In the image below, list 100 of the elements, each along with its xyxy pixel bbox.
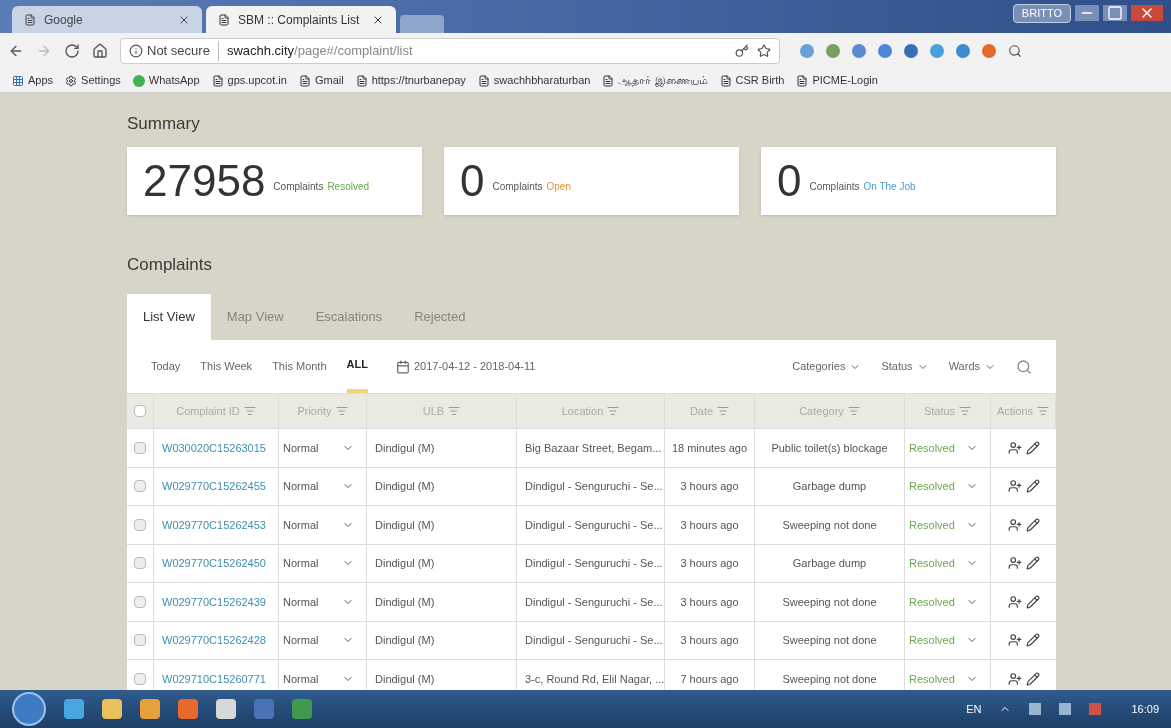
maximize-icon[interactable] [1103, 5, 1127, 22]
view-tab[interactable]: List View [127, 294, 211, 340]
pencil-icon[interactable] [1025, 556, 1040, 571]
complaint-id-link[interactable]: W029770C15262450 [162, 555, 266, 572]
date-range-picker[interactable]: 2017-04-12 - 2018-04-11 [395, 358, 536, 375]
back-icon[interactable] [8, 43, 24, 59]
extension-icon[interactable] [852, 44, 866, 58]
search-icon[interactable] [1008, 44, 1022, 58]
tab-title: Google [44, 11, 84, 29]
add-user-icon[interactable] [1007, 594, 1022, 609]
browser-tab[interactable]: SBM :: Complaints List [206, 6, 396, 33]
sort-icon[interactable] [243, 405, 256, 417]
taskbar-app-icon[interactable] [292, 699, 312, 719]
add-user-icon[interactable] [1007, 556, 1022, 571]
bookmark-link[interactable]: PICME-Login [796, 72, 878, 89]
complaint-id-link[interactable]: W030020C15263015 [162, 439, 266, 456]
taskbar-app-icon[interactable] [216, 699, 236, 719]
checkbox[interactable] [134, 557, 146, 570]
bookmark-link[interactable]: swachhbharaturban [477, 72, 591, 89]
period-tab[interactable]: Today [151, 340, 181, 393]
sort-icon[interactable] [607, 405, 620, 417]
complaint-id-link[interactable]: W029710C15260771 [162, 670, 266, 687]
pencil-icon[interactable] [1025, 440, 1040, 455]
summary-count: 0 [460, 154, 485, 207]
key-icon[interactable] [735, 44, 749, 58]
bookmark-link[interactable]: WhatsApp [132, 72, 200, 89]
bookmark-link[interactable]: gps.upcot.in [211, 72, 287, 89]
star-icon[interactable] [757, 44, 771, 58]
tray-icon[interactable] [1089, 703, 1102, 715]
add-user-icon[interactable] [1007, 633, 1022, 648]
period-tab[interactable]: This Month [272, 340, 327, 393]
complaint-id-link[interactable]: W029770C15262455 [162, 478, 266, 495]
checkbox[interactable] [134, 518, 146, 531]
pencil-icon[interactable] [1025, 633, 1040, 648]
browser-tab[interactable]: Google [12, 6, 202, 33]
checkbox[interactable] [134, 405, 146, 417]
period-tab[interactable]: This Week [200, 340, 253, 393]
forward-icon[interactable] [36, 43, 52, 59]
tray-icon[interactable] [1059, 703, 1072, 715]
sort-icon[interactable] [448, 405, 461, 417]
status-value: Resolved [909, 671, 955, 687]
taskbar-app-icon[interactable] [178, 699, 198, 719]
pencil-icon[interactable] [1025, 479, 1040, 494]
reload-icon[interactable] [64, 43, 80, 59]
extension-icon[interactable] [956, 44, 970, 58]
tab-title: SBM :: Complaints List [238, 11, 361, 29]
extension-icon[interactable] [930, 44, 944, 58]
checkbox[interactable] [134, 595, 146, 608]
taskbar-app-icon[interactable] [254, 699, 274, 719]
checkbox[interactable] [134, 441, 146, 454]
user-name[interactable]: BRITTO [1012, 4, 1071, 23]
extension-icon[interactable] [878, 44, 892, 58]
close-window-icon[interactable] [1131, 5, 1163, 22]
sort-icon[interactable] [847, 405, 860, 417]
add-user-icon[interactable] [1007, 479, 1022, 494]
bookmark-link[interactable]: Apps [12, 72, 54, 89]
summary-count: 27958 [143, 154, 266, 207]
pencil-icon[interactable] [1025, 517, 1040, 532]
add-user-icon[interactable] [1007, 440, 1022, 455]
bookmark-link[interactable]: CSR Birth [719, 72, 785, 89]
bookmark-link[interactable]: Settings [65, 72, 121, 89]
minimize-icon[interactable] [1075, 5, 1099, 22]
status-label: Resolved [327, 180, 370, 194]
home-icon[interactable] [92, 43, 108, 59]
filter-dropdown[interactable]: Wards [948, 358, 996, 375]
add-user-icon[interactable] [1007, 671, 1022, 686]
complaint-id-link[interactable]: W029770C15262453 [162, 516, 266, 533]
tray-icon[interactable] [1029, 703, 1042, 715]
filter-dropdown[interactable]: Categories [792, 358, 862, 375]
pencil-icon[interactable] [1025, 671, 1040, 686]
checkbox[interactable] [134, 672, 146, 685]
taskbar-app-icon[interactable] [140, 699, 160, 719]
checkbox[interactable] [134, 634, 146, 647]
language-indicator[interactable]: EN [966, 700, 982, 718]
address-field[interactable]: Not secure swachh.city/page#/complaint/list [120, 38, 780, 64]
extension-icon[interactable] [982, 44, 996, 58]
bookmark-link[interactable]: Gmail [298, 72, 344, 89]
complaint-id-link[interactable]: W029770C15262439 [162, 593, 266, 610]
sort-icon[interactable] [959, 405, 972, 417]
filter-dropdown[interactable]: Status [881, 358, 929, 375]
sort-icon[interactable] [1037, 405, 1050, 417]
category-value: Sweeping not done [782, 633, 877, 648]
clock[interactable]: 16:09 [1131, 700, 1159, 718]
bookmark-link[interactable]: https://tnurbanepay [355, 72, 466, 89]
checkbox[interactable] [134, 480, 146, 493]
taskbar-app-icon[interactable] [102, 699, 122, 719]
bookmark-link[interactable]: ஆதார் இணையம் [602, 72, 708, 89]
start-button[interactable] [12, 692, 46, 726]
url-host: swachh.city [226, 42, 295, 61]
sort-icon[interactable] [335, 405, 348, 417]
extension-icon[interactable] [800, 44, 814, 58]
date-value: 3 hours ago [680, 479, 739, 494]
sort-icon[interactable] [717, 405, 730, 417]
taskbar-app-icon[interactable] [64, 699, 84, 719]
add-user-icon[interactable] [1007, 517, 1022, 532]
pencil-icon[interactable] [1025, 594, 1040, 609]
extension-icon[interactable] [826, 44, 840, 58]
search-icon[interactable] [1016, 358, 1032, 375]
complaint-id-link[interactable]: W029770C15262428 [162, 632, 266, 649]
extension-icon[interactable] [904, 44, 918, 58]
